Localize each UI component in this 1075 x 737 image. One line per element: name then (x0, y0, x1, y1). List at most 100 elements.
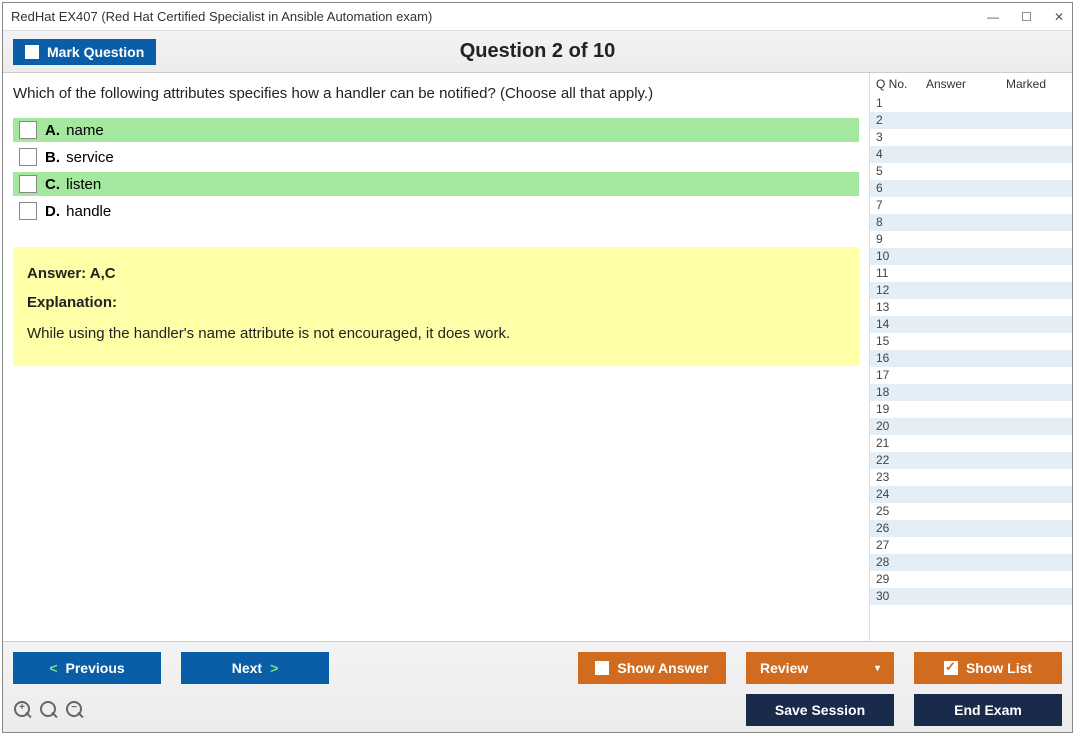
mark-question-button[interactable]: Mark Question (13, 39, 156, 65)
list-row[interactable]: 12 (870, 282, 1072, 299)
list-row[interactable]: 6 (870, 180, 1072, 197)
list-row[interactable]: 7 (870, 197, 1072, 214)
zoom-out-icon[interactable]: − (65, 700, 85, 720)
list-answer (926, 248, 1006, 265)
option-row[interactable]: A. name (13, 118, 859, 142)
list-row[interactable]: 9 (870, 231, 1072, 248)
list-row[interactable]: 17 (870, 367, 1072, 384)
option-checkbox[interactable] (19, 121, 37, 139)
list-marked (1006, 248, 1066, 265)
list-row[interactable]: 13 (870, 299, 1072, 316)
end-exam-label: End Exam (954, 702, 1022, 718)
list-marked (1006, 384, 1066, 401)
list-answer (926, 367, 1006, 384)
list-row[interactable]: 22 (870, 452, 1072, 469)
option-row[interactable]: D. handle (13, 199, 859, 223)
list-answer (926, 299, 1006, 316)
list-row[interactable]: 3 (870, 129, 1072, 146)
minimize-icon[interactable]: — (987, 10, 999, 24)
save-session-button[interactable]: Save Session (746, 694, 894, 726)
list-row[interactable]: 30 (870, 588, 1072, 605)
list-row[interactable]: 19 (870, 401, 1072, 418)
list-row[interactable]: 26 (870, 520, 1072, 537)
zoom-in-icon[interactable]: + (13, 700, 33, 720)
list-answer (926, 350, 1006, 367)
list-row[interactable]: 23 (870, 469, 1072, 486)
list-answer (926, 486, 1006, 503)
list-row[interactable]: 24 (870, 486, 1072, 503)
list-row[interactable]: 21 (870, 435, 1072, 452)
list-answer (926, 588, 1006, 605)
list-qno: 20 (876, 418, 926, 435)
list-row[interactable]: 1 (870, 95, 1072, 112)
list-qno: 9 (876, 231, 926, 248)
list-marked (1006, 333, 1066, 350)
option-text: C. listen (45, 176, 101, 193)
list-answer (926, 554, 1006, 571)
list-row[interactable]: 25 (870, 503, 1072, 520)
list-row[interactable]: 5 (870, 163, 1072, 180)
footer-right-2: Save Session End Exam (746, 694, 1062, 726)
review-label: Review (760, 660, 808, 676)
footer-row-1: < Previous Next > Show Answer Review ▾ (13, 652, 1062, 684)
option-checkbox[interactable] (19, 202, 37, 220)
option-row[interactable]: B. service (13, 145, 859, 169)
options-list: A. name B. service C. listen D. handle (13, 118, 859, 223)
list-row[interactable]: 14 (870, 316, 1072, 333)
checkbox-icon (595, 661, 609, 675)
list-qno: 14 (876, 316, 926, 333)
list-row[interactable]: 11 (870, 265, 1072, 282)
title-bar: RedHat EX407 (Red Hat Certified Speciali… (3, 3, 1072, 31)
list-row[interactable]: 2 (870, 112, 1072, 129)
list-answer (926, 197, 1006, 214)
option-checkbox[interactable] (19, 175, 37, 193)
header-answer: Answer (926, 77, 1006, 91)
list-marked (1006, 401, 1066, 418)
list-marked (1006, 588, 1066, 605)
list-marked (1006, 95, 1066, 112)
list-qno: 23 (876, 469, 926, 486)
question-text: Which of the following attributes specif… (13, 85, 859, 102)
list-row[interactable]: 27 (870, 537, 1072, 554)
list-marked (1006, 435, 1066, 452)
list-row[interactable]: 20 (870, 418, 1072, 435)
list-row[interactable]: 16 (870, 350, 1072, 367)
show-list-label: Show List (966, 660, 1032, 676)
show-answer-label: Show Answer (617, 660, 708, 676)
previous-button[interactable]: < Previous (13, 652, 161, 684)
list-qno: 30 (876, 588, 926, 605)
list-answer (926, 316, 1006, 333)
list-marked (1006, 112, 1066, 129)
list-answer (926, 265, 1006, 282)
option-row[interactable]: C. listen (13, 172, 859, 196)
list-marked (1006, 503, 1066, 520)
option-value: listen (66, 176, 101, 193)
list-row[interactable]: 29 (870, 571, 1072, 588)
list-qno: 15 (876, 333, 926, 350)
list-row[interactable]: 8 (870, 214, 1072, 231)
list-row[interactable]: 18 (870, 384, 1072, 401)
show-list-button[interactable]: Show List (914, 652, 1062, 684)
list-row[interactable]: 4 (870, 146, 1072, 163)
next-button[interactable]: Next > (181, 652, 329, 684)
list-qno: 5 (876, 163, 926, 180)
list-marked (1006, 367, 1066, 384)
list-row[interactable]: 15 (870, 333, 1072, 350)
zoom-reset-icon[interactable] (39, 700, 59, 720)
show-answer-button[interactable]: Show Answer (578, 652, 726, 684)
maximize-icon[interactable]: ☐ (1021, 10, 1032, 24)
list-row[interactable]: 28 (870, 554, 1072, 571)
option-checkbox[interactable] (19, 148, 37, 166)
list-answer (926, 571, 1006, 588)
list-answer (926, 469, 1006, 486)
end-exam-button[interactable]: End Exam (914, 694, 1062, 726)
question-list-body[interactable]: 1234567891011121314151617181920212223242… (870, 95, 1072, 641)
list-answer (926, 520, 1006, 537)
review-button[interactable]: Review ▾ (746, 652, 894, 684)
list-row[interactable]: 10 (870, 248, 1072, 265)
list-qno: 12 (876, 282, 926, 299)
list-answer (926, 452, 1006, 469)
close-icon[interactable]: ✕ (1054, 10, 1064, 24)
footer: < Previous Next > Show Answer Review ▾ (3, 641, 1072, 732)
list-answer (926, 180, 1006, 197)
